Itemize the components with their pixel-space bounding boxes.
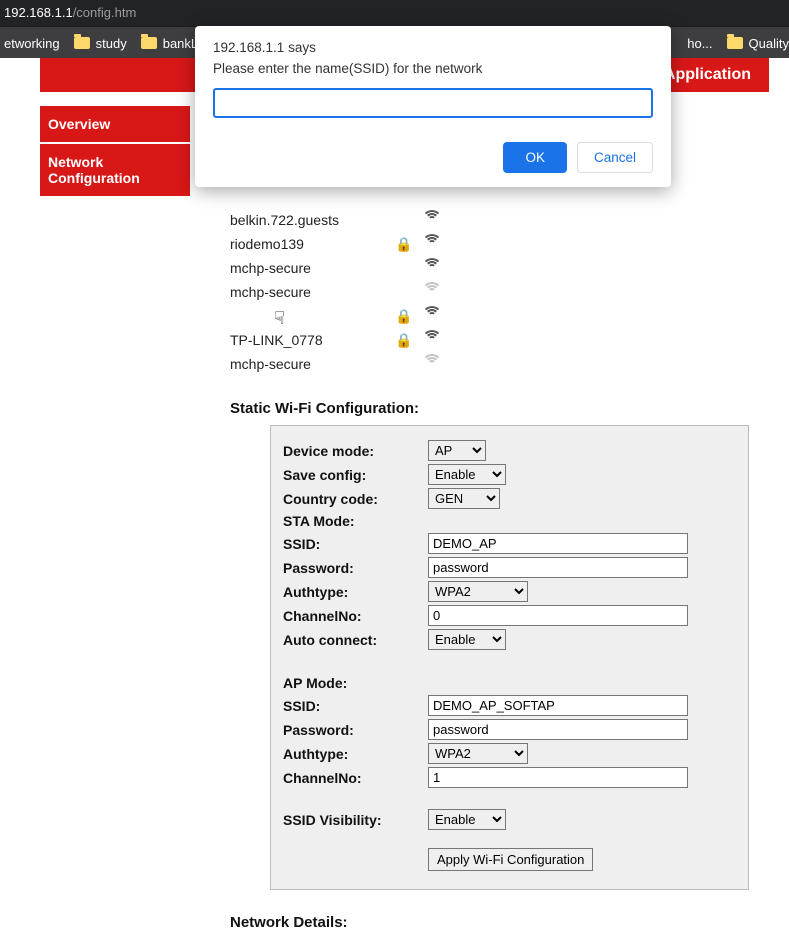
sta-authtype-select[interactable]: WPA2 [428, 581, 528, 602]
network-ssid: mchp-secure [230, 284, 390, 300]
ap-channel-input[interactable] [428, 767, 688, 788]
network-row[interactable]: belkin.722.guests [230, 208, 769, 232]
page-body: emo Application Overview Network Configu… [0, 58, 789, 938]
prompt-message: Please enter the name(SSID) for the netw… [213, 61, 653, 76]
label-ap-authtype: Authtype: [283, 746, 428, 762]
bookmark-bankl[interactable]: bankL [141, 36, 198, 51]
wifi-signal-icon [424, 237, 440, 249]
label-country-code: Country code: [283, 491, 428, 507]
bookmark-label: ho... [687, 36, 712, 51]
bookmark-etworking[interactable]: etworking [4, 36, 60, 51]
sta-ssid-input[interactable] [428, 533, 688, 554]
country-code-select[interactable]: GEN [428, 488, 500, 509]
auto-connect-select[interactable]: Enable [428, 629, 506, 650]
wifi-signal-icon [424, 261, 440, 273]
wifi-signal-icon [424, 309, 440, 321]
bookmark-label: etworking [4, 36, 60, 51]
ap-password-input[interactable] [428, 719, 688, 740]
lock-icon: 🔒 [390, 332, 418, 349]
wifi-signal-icon [424, 333, 440, 345]
wifi-signal-icon [424, 285, 440, 297]
device-mode-select[interactable]: AP [428, 440, 486, 461]
lock-icon: 🔒 [390, 236, 418, 253]
prompt-dialog: 192.168.1.1 says Please enter the name(S… [195, 26, 671, 187]
label-sta-mode: STA Mode: [283, 513, 736, 529]
label-save-config: Save config: [283, 467, 428, 483]
network-ssid: mchp-secure [230, 356, 390, 372]
label-ap-ssid: SSID: [283, 698, 428, 714]
sta-password-input[interactable] [428, 557, 688, 578]
prompt-cancel-button[interactable]: Cancel [577, 142, 653, 173]
network-row[interactable]: mchp-secure [230, 280, 769, 304]
folder-icon [141, 37, 157, 49]
sta-channel-input[interactable] [428, 605, 688, 626]
ap-authtype-select[interactable]: WPA2 [428, 743, 528, 764]
sidebar-item-network-config[interactable]: Network Configuration [40, 142, 190, 196]
network-ssid: riodemo139 [230, 236, 390, 252]
bookmark-label: study [96, 36, 127, 51]
lock-icon: 🔒 [390, 308, 418, 325]
label-ap-password: Password: [283, 722, 428, 738]
bookmark-quality[interactable]: Quality [727, 36, 789, 51]
sidebar: Overview Network Configuration [40, 104, 190, 196]
label-ap-channel: ChannelNo: [283, 770, 428, 786]
bookmark-label: bankL [163, 36, 198, 51]
network-list: belkin.722.guestsriodemo139🔒mchp-securem… [230, 208, 769, 376]
label-sta-authtype: Authtype: [283, 584, 428, 600]
address-bar[interactable]: 192.168.1.1/config.htm [0, 0, 789, 26]
bookmark-study[interactable]: study [74, 36, 127, 51]
prompt-ok-button[interactable]: OK [503, 142, 567, 173]
network-ssid: belkin.722.guests [230, 212, 390, 228]
network-row[interactable]: mchp-secure [230, 352, 769, 376]
network-row[interactable]: mchp-secure [230, 256, 769, 280]
wifi-config-panel: Device mode: AP Save config: Enable Coun… [270, 425, 749, 890]
sidebar-item-label: Network Configuration [48, 154, 140, 186]
network-row[interactable]: riodemo139🔒 [230, 232, 769, 256]
label-sta-channel: ChannelNo: [283, 608, 428, 624]
section-title-static-wifi: Static Wi-Fi Configuration: [230, 400, 769, 417]
network-ssid: TP-LINK_0778 [230, 332, 390, 348]
wifi-signal-icon [424, 357, 440, 369]
folder-icon [74, 37, 90, 49]
label-auto-connect: Auto connect: [283, 632, 428, 648]
network-ssid: mchp-secure [230, 260, 390, 276]
label-ap-mode: AP Mode: [283, 675, 736, 691]
address-host: 192.168.1.1 [4, 5, 73, 20]
label-device-mode: Device mode: [283, 443, 428, 459]
prompt-origin: 192.168.1.1 says [213, 40, 653, 55]
label-sta-ssid: SSID: [283, 536, 428, 552]
bookmark-label: Quality [749, 36, 789, 51]
sidebar-item-label: Overview [48, 116, 110, 132]
label-sta-password: Password: [283, 560, 428, 576]
ssid-visibility-select[interactable]: Enable [428, 809, 506, 830]
address-path: /config.htm [73, 5, 137, 20]
sidebar-item-overview[interactable]: Overview [40, 104, 190, 142]
folder-icon [727, 37, 743, 49]
ap-ssid-input[interactable] [428, 695, 688, 716]
wifi-signal-icon [424, 213, 440, 225]
bookmark-ho[interactable]: ho... [687, 36, 712, 51]
network-row[interactable]: 🔒 [230, 304, 769, 328]
prompt-input[interactable] [213, 88, 653, 118]
label-ssid-visibility: SSID Visibility: [283, 812, 428, 828]
main-content: belkin.722.guestsriodemo139🔒mchp-securem… [230, 208, 769, 938]
apply-wifi-config-button[interactable]: Apply Wi-Fi Configuration [428, 848, 593, 871]
network-row[interactable]: TP-LINK_0778🔒 [230, 328, 769, 352]
save-config-select[interactable]: Enable [428, 464, 506, 485]
section-title-network-details: Network Details: [230, 914, 769, 931]
